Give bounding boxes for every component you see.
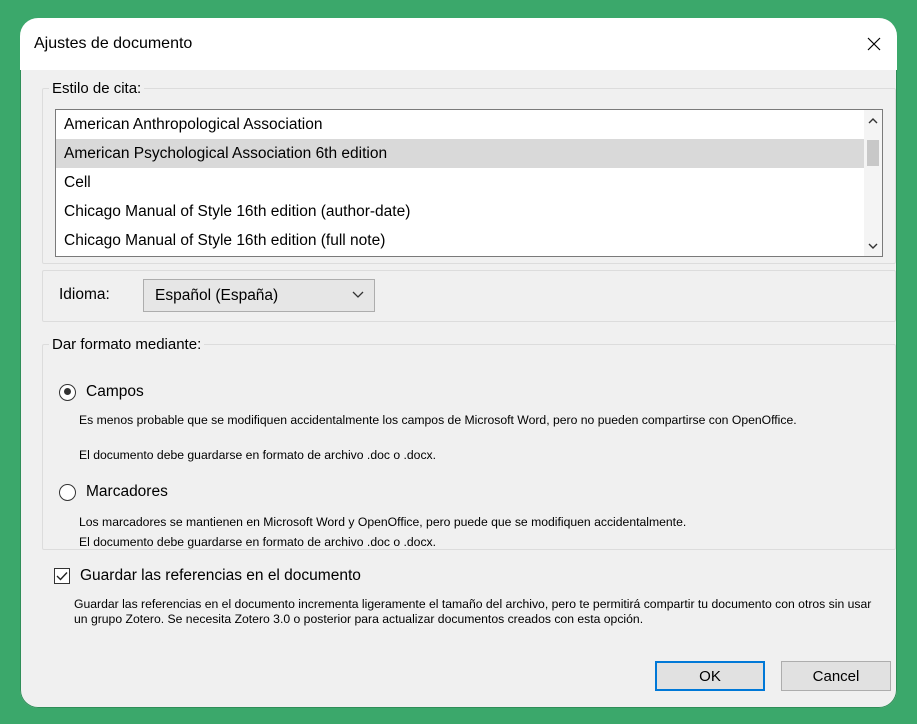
scroll-down-button[interactable]	[864, 236, 882, 256]
language-label: Idioma:	[59, 286, 110, 303]
citation-style-scrollbar[interactable]	[864, 110, 882, 256]
document-settings-dialog: Ajustes de documento Estilo de cita: Ame…	[20, 18, 897, 708]
dialog-title: Ajustes de documento	[34, 35, 193, 52]
citation-style-item[interactable]: Chicago Manual of Style 16th edition (fu…	[56, 226, 864, 255]
bookmarks-radio-option[interactable]: Marcadores	[59, 483, 168, 501]
cancel-button[interactable]: Cancel	[781, 661, 891, 691]
store-references-description: Guardar las referencias en el documento …	[74, 597, 872, 626]
close-button[interactable]	[851, 18, 897, 70]
store-references-option[interactable]: Guardar las referencias en el documento	[54, 567, 361, 585]
checkmark-icon	[56, 572, 68, 581]
citation-style-items: American Anthropological Association Ame…	[56, 110, 864, 255]
fields-format-note: El documento debe guardarse en formato d…	[79, 448, 437, 462]
scroll-up-button[interactable]	[864, 110, 882, 130]
scroll-thumb[interactable]	[867, 140, 879, 166]
chevron-up-icon	[868, 117, 878, 123]
citation-style-group: Estilo de cita: American Anthropological…	[42, 80, 896, 264]
citation-style-item-selected[interactable]: American Psychological Association 6th e…	[56, 139, 864, 168]
fields-description: Es menos probable que se modifiquen acci…	[79, 413, 797, 427]
citation-style-legend: Estilo de cita:	[52, 80, 142, 97]
bookmarks-radio[interactable]	[59, 483, 76, 501]
citation-style-item[interactable]: Chicago Manual of Style 16th edition (au…	[56, 197, 864, 226]
format-group: Dar formato mediante: Campos Es menos pr…	[42, 336, 896, 550]
fields-label: Campos	[86, 383, 144, 400]
title-bar: Ajustes de documento	[20, 18, 897, 70]
citation-style-item[interactable]: American Anthropological Association	[56, 110, 864, 139]
language-select[interactable]: Español (España)	[143, 279, 375, 312]
ok-button[interactable]: OK	[655, 661, 765, 691]
format-legend: Dar formato mediante:	[52, 336, 202, 353]
chevron-down-icon	[868, 243, 878, 249]
citation-style-list[interactable]: American Anthropological Association Ame…	[55, 109, 883, 257]
citation-style-item[interactable]: Cell	[56, 168, 864, 197]
language-value: Español (España)	[155, 287, 279, 304]
chevron-down-icon	[352, 291, 364, 298]
bookmarks-format-note: El documento debe guardarse en formato d…	[79, 535, 437, 549]
fields-radio-option[interactable]: Campos	[59, 383, 144, 401]
store-references-checkbox[interactable]	[54, 568, 70, 584]
fields-radio[interactable]	[59, 383, 76, 401]
bookmarks-description: Los marcadores se mantienen en Microsoft…	[79, 515, 687, 529]
language-group: Idioma: Español (España)	[42, 270, 896, 322]
close-icon	[867, 37, 881, 51]
store-references-label: Guardar las referencias en el documento	[80, 567, 361, 584]
bookmarks-label: Marcadores	[86, 483, 168, 500]
